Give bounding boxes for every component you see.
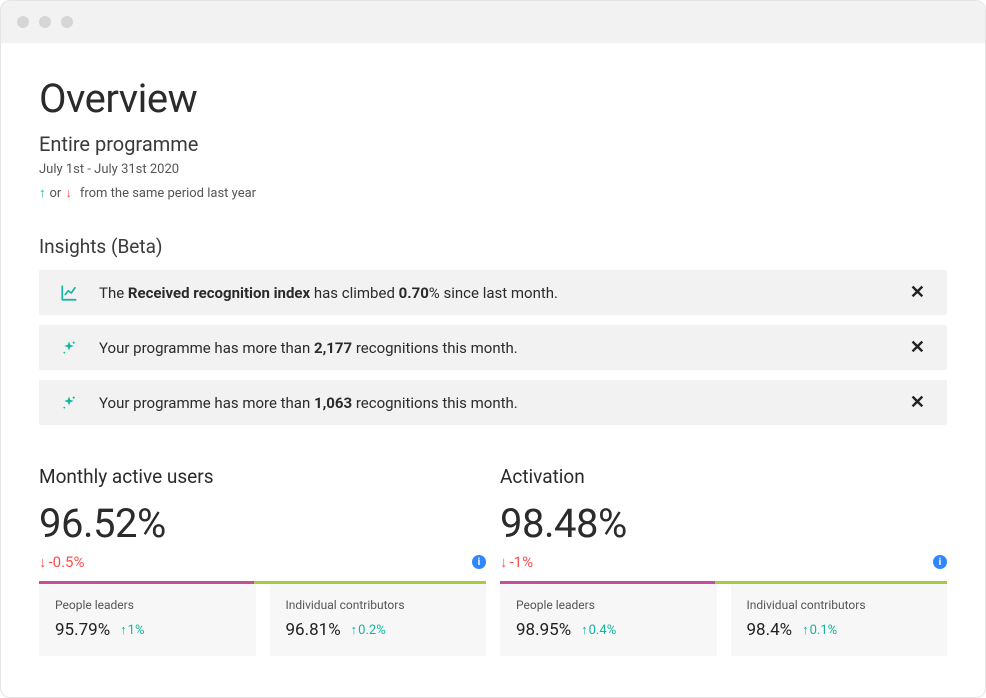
breakdown-cell: Individual contributors 98.4% ↑0.1% [731,584,948,656]
breakdown-value: 96.81% [286,620,341,640]
window-close-dot[interactable] [17,16,29,28]
date-range: July 1st - July 31st 2020 [39,162,947,177]
insights-heading: Insights (Beta) [39,235,947,258]
info-icon[interactable]: i [472,555,486,569]
metric-delta: ↓-1% [500,553,533,571]
close-icon[interactable]: ✕ [906,392,929,413]
insight-text: Your programme has more than 1,063 recog… [99,394,906,412]
breakdown-value: 95.79% [55,620,110,640]
close-icon[interactable]: ✕ [906,282,929,303]
arrow-up-icon: ↑ [581,622,588,638]
metric-value: 98.48% [500,500,947,547]
breakdown-value: 98.4% [747,620,793,640]
arrow-up-icon: ↑ [802,622,809,638]
breakdown-row: People leaders 98.95% ↑0.4% Individual cont… [500,584,947,656]
window-titlebar [1,1,985,43]
breakdown-value-row: 96.81% ↑0.2% [286,620,471,640]
breakdown-delta: ↑0.1% [802,622,837,638]
breakdown-cell: Individual contributors 96.81% ↑0.2% [270,584,487,656]
metric-delta-row: ↓-1% i [500,553,947,571]
breakdown-label: Individual contributors [286,598,471,612]
metric-delta-row: ↓-0.5% i [39,553,486,571]
insight-row: Your programme has more than 2,177 recog… [39,325,947,370]
breakdown-value: 98.95% [516,620,571,640]
metric-title: Monthly active users [39,465,486,488]
info-icon[interactable]: i [933,555,947,569]
insight-row: The Received recognition index has climb… [39,270,947,315]
metrics-row: Monthly active users 96.52% ↓-0.5% i People … [39,465,947,656]
breakdown-delta: ↑1% [120,622,144,638]
close-icon[interactable]: ✕ [906,337,929,358]
window-zoom-dot[interactable] [61,16,73,28]
breakdown-delta: ↑0.4% [581,622,616,638]
breakdown-label: People leaders [516,598,701,612]
metric-card: Activation 98.48% ↓-1% i People leaders 98.95… [500,465,947,656]
arrow-up-icon: ↑ [351,622,358,638]
page-title: Overview [39,75,947,122]
arrow-up-icon: ↑ [39,185,46,201]
page-subtitle: Entire programme [39,132,947,156]
breakdown-label: People leaders [55,598,240,612]
metric-value: 96.52% [39,500,486,547]
app-window: Overview Entire programme July 1st - Jul… [0,0,986,698]
breakdown-value-row: 98.95% ↑0.4% [516,620,701,640]
insight-row: Your programme has more than 1,063 recog… [39,380,947,425]
breakdown-delta: ↑0.2% [351,622,386,638]
insight-text: Your programme has more than 2,177 recog… [99,339,906,357]
arrow-down-icon: ↓ [65,185,72,201]
breakdown-label: Individual contributors [747,598,932,612]
breakdown-value-row: 98.4% ↑0.1% [747,620,932,640]
arrow-down-icon: ↓ [39,553,47,571]
metric-delta: ↓-0.5% [39,553,84,571]
comparison-legend: ↑ or ↓ from the same period last year [39,185,947,201]
metric-card: Monthly active users 96.52% ↓-0.5% i People … [39,465,486,656]
page-content: Overview Entire programme July 1st - Jul… [1,43,985,697]
legend-or: or [50,186,62,201]
insight-text: The Received recognition index has climb… [99,284,906,302]
breakdown-cell: People leaders 95.79% ↑1% [39,584,256,656]
legend-tail: from the same period last year [80,186,256,201]
breakdown-cell: People leaders 98.95% ↑0.4% [500,584,717,656]
chart-line-icon [57,284,81,302]
arrow-down-icon: ↓ [500,553,508,571]
window-minimize-dot[interactable] [39,16,51,28]
insights-list: The Received recognition index has climb… [39,270,947,425]
arrow-up-icon: ↑ [120,622,127,638]
breakdown-value-row: 95.79% ↑1% [55,620,240,640]
breakdown-row: People leaders 95.79% ↑1% Individual contri… [39,584,486,656]
sparkle-icon [57,395,81,411]
metric-title: Activation [500,465,947,488]
sparkle-icon [57,340,81,356]
